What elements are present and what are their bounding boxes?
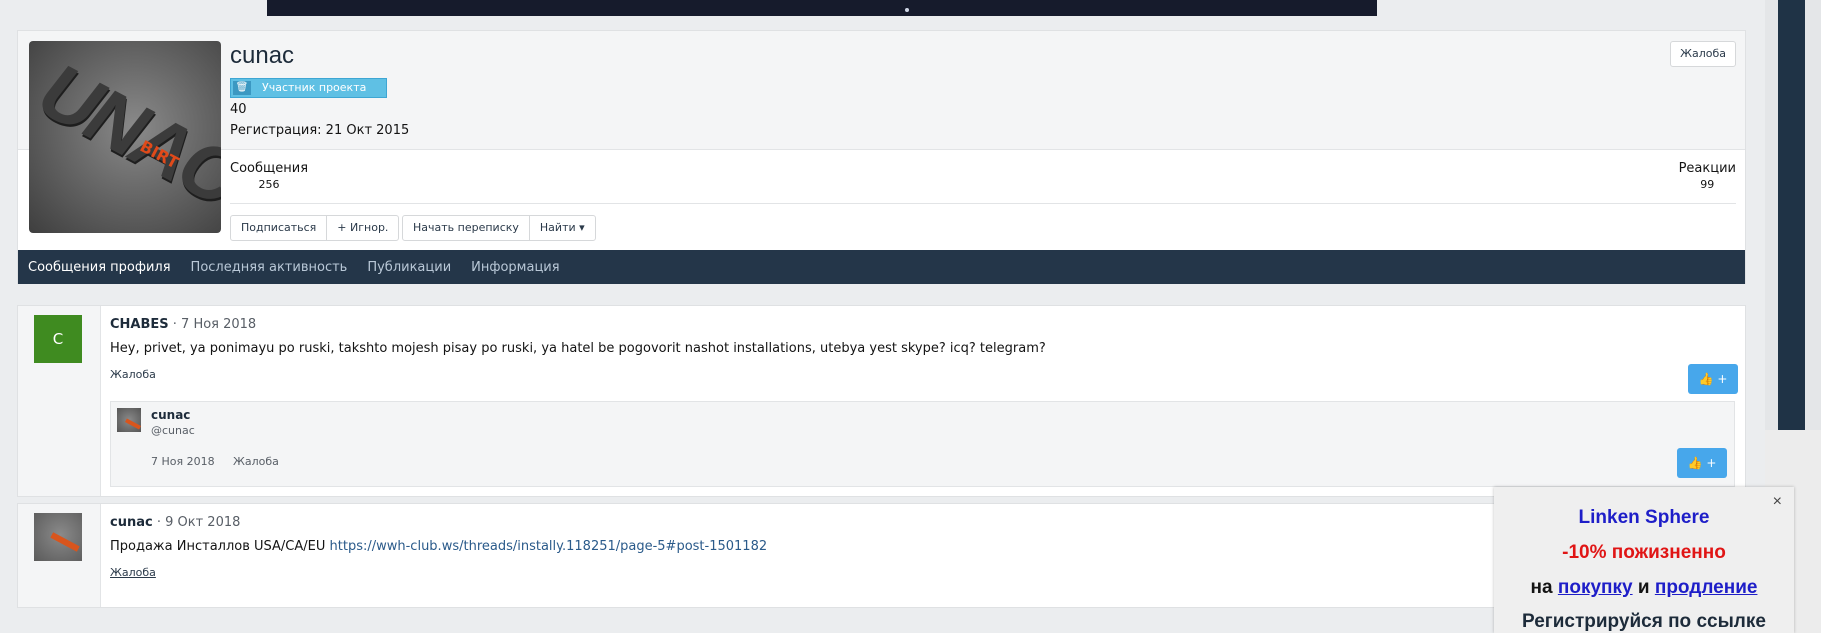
promo-links-line: на покупку и продление [1494,577,1794,599]
post-avatar-column [18,504,101,607]
post-date[interactable]: · 7 Ноя 2018 [169,317,256,332]
follow-button[interactable]: Подписаться [231,216,326,240]
post-meta: cunac · 9 Окт 2018 [110,515,240,530]
trash-icon: 🗑 [233,81,251,95]
avatar-artwork-tag [50,532,80,552]
stat-reactions[interactable]: Реакции 99 [1679,161,1736,191]
comment-like-button[interactable]: 👍 + [1677,448,1727,478]
promo-register-line[interactable]: Регистрируйся по ссылке [1494,611,1794,633]
profile-card: UNAC BIRT cunac 🗑 Участник проекта 40 Ре… [17,30,1746,284]
post-author[interactable]: CHABES [110,317,169,332]
registration-date: Регистрация: 21 Окт 2015 [230,123,410,138]
comment-date[interactable]: 7 Ноя 2018 [151,455,215,468]
stat-reactions-value: 99 [1700,178,1715,191]
comment-report-link[interactable]: Жалоба [233,455,279,468]
profile-username: cunac [230,42,295,69]
post-comment: cunac @cunac 7 Ноя 2018 Жалоба 👍 + [110,401,1735,487]
avatar[interactable]: C [34,315,82,363]
comment-author[interactable]: cunac [151,408,190,422]
role-badge-label: Участник проекта [262,81,367,94]
avatar[interactable] [34,513,82,561]
profile-post: C CHABES · 7 Ноя 2018 Hey, privet, ya po… [17,305,1746,497]
start-conversation-button[interactable]: Начать переписку [403,216,529,240]
post-link[interactable]: https://wwh-club.ws/threads/instally.118… [330,539,768,554]
stats-divider [230,203,1736,204]
tab-latest-activity[interactable]: Последняя активность [191,260,348,275]
post-text: Hey, privet, ya ponimayu po ruski, taksh… [110,341,1046,356]
profile-avatar[interactable]: UNAC BIRT [29,41,221,233]
profile-message-count: 40 [230,102,247,117]
profile-tabs: Сообщения профиля Последняя активность П… [18,250,1745,284]
profile-post: cunac · 9 Окт 2018 Продажа Инсталлов USA… [17,503,1746,608]
stat-messages[interactable]: Сообщения 256 [230,161,308,191]
ignore-button[interactable]: + Игнор. [326,216,398,240]
post-report-link[interactable]: Жалоба [110,368,156,381]
promo-text: на [1530,577,1558,598]
comment-mention[interactable]: @cunac [151,424,195,437]
avatar-artwork-tag [124,418,141,430]
tab-profile-posts[interactable]: Сообщения профиля [28,260,171,275]
post-report-link[interactable]: Жалоба [110,566,156,579]
post-meta: CHABES · 7 Ноя 2018 [110,317,256,332]
tab-postings[interactable]: Публикации [367,260,451,275]
post-author[interactable]: cunac [110,515,153,530]
report-profile-button[interactable]: Жалоба [1670,41,1736,67]
top-banner-image [267,0,1377,16]
like-button[interactable]: 👍 + [1688,364,1738,394]
post-text-prefix: Продажа Инсталлов USA/CA/EU [110,539,330,554]
promo-text: и [1632,577,1655,598]
avatar[interactable] [117,408,141,432]
avatar-artwork: UNAC [29,49,221,219]
message-find-group: Начать переписку Найти ▾ [402,215,596,241]
promo-renewal-link[interactable]: продление [1655,577,1758,598]
find-dropdown-button[interactable]: Найти ▾ [528,216,595,240]
promo-discount: -10% пожизненно [1562,542,1726,563]
follow-ignore-group: Подписаться + Игнор. [230,215,400,241]
promo-popup: × Linken Sphere -10% пожизненно на покуп… [1494,487,1794,633]
stat-messages-value: 256 [258,178,280,191]
promo-title: Linken Sphere [1578,507,1710,528]
post-date[interactable]: · 9 Окт 2018 [153,515,241,530]
banner-star [905,8,909,12]
post-text: Продажа Инсталлов USA/CA/EU https://wwh-… [110,539,767,554]
tab-about[interactable]: Информация [471,260,559,275]
promo-purchase-link[interactable]: покупку [1558,577,1633,598]
post-avatar-column: C [18,306,101,496]
stat-messages-label: Сообщения [230,161,309,176]
role-badge: 🗑 Участник проекта [230,78,387,98]
stat-reactions-label: Реакции [1678,161,1736,176]
